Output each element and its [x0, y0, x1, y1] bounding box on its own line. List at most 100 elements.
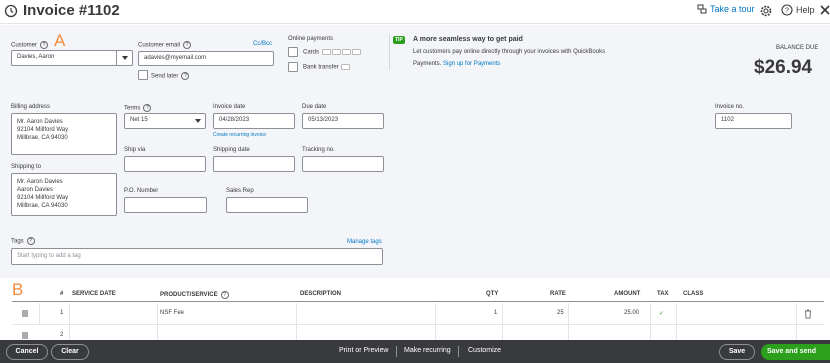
shipping-to-label: Shipping to	[11, 164, 42, 170]
tracking-no-label: Tracking no.	[302, 147, 335, 153]
cell-amount[interactable]: 25.00	[624, 310, 639, 316]
table-row[interactable]: 1 NSF Fee 1 25 25.00 ✓	[12, 303, 824, 325]
cc-bcc-link[interactable]: Cc/Bcc	[253, 41, 272, 47]
page-title: Invoice #1102	[23, 2, 120, 19]
card-logo-icon	[351, 49, 361, 55]
ship-via-label: Ship via	[124, 147, 146, 153]
manage-tags-link[interactable]: Manage tags	[347, 239, 382, 245]
take-tour-link[interactable]: Take a tour	[697, 4, 755, 14]
invoice-no-field[interactable]: 1102	[715, 113, 792, 129]
drag-handle-icon[interactable]	[22, 310, 28, 317]
tracking-no-field[interactable]	[302, 156, 384, 172]
divider	[389, 34, 390, 70]
close-icon[interactable]	[818, 3, 830, 17]
cell-qty[interactable]: 1	[494, 310, 497, 316]
trash-icon[interactable]	[804, 309, 812, 319]
sales-rep-label: Sales Rep	[226, 188, 254, 194]
due-date-field[interactable]: 05/13/2023	[302, 113, 384, 129]
online-payments-label: Online payments	[288, 36, 334, 42]
footer-divider	[458, 346, 459, 357]
chevron-down-icon[interactable]	[195, 119, 201, 123]
col-qty: QTY	[486, 291, 499, 297]
po-number-label: P.O. Number	[124, 188, 159, 194]
help-button[interactable]: ? Help	[781, 4, 815, 16]
invoice-date-label: Invoice date	[213, 104, 246, 110]
billing-address-label: Billing address	[11, 104, 51, 110]
shipping-to-field[interactable]: Mr. Aaron Davies Aaron Davies 92104 Mill…	[11, 173, 117, 216]
tags-input[interactable]: Start typing to add a tag	[11, 248, 383, 265]
col-tax: TAX	[657, 291, 669, 297]
sales-rep-field[interactable]	[226, 197, 308, 213]
cell-divider	[157, 303, 158, 324]
bank-logo-icon	[341, 64, 351, 70]
question-icon[interactable]: ?	[26, 237, 35, 245]
help-icon: ?	[781, 4, 793, 16]
cell-num: 2	[60, 332, 64, 338]
cell-divider	[39, 303, 40, 324]
cell-divider	[676, 303, 677, 324]
customer-label: Customer?	[11, 41, 49, 49]
question-icon[interactable]: ?	[183, 41, 192, 49]
due-date-label: Due date	[302, 104, 327, 110]
balance-due-label: BALANCE DUE	[776, 45, 819, 51]
cards-checkbox[interactable]	[288, 47, 298, 57]
terms-value: Net 15	[130, 117, 148, 123]
col-description: DESCRIPTION	[300, 291, 342, 297]
col-class: CLASS	[683, 291, 704, 297]
billing-address-field[interactable]: Mr. Aaron Davies 92104 Millford Way Mill…	[11, 113, 117, 155]
save-button[interactable]: Save	[719, 344, 755, 360]
question-icon[interactable]: ?	[143, 104, 152, 112]
take-tour-label: Take a tour	[710, 4, 755, 14]
cell-product[interactable]: NSF Fee	[160, 310, 184, 316]
annotation-marker-a: A	[54, 31, 66, 50]
cell-num: 1	[60, 310, 64, 316]
take-tour-icon	[697, 4, 707, 14]
chevron-down-icon[interactable]	[116, 51, 132, 65]
customize-button[interactable]: Customize	[468, 347, 501, 354]
col-amount: AMOUNT	[614, 291, 641, 297]
cards-label: Cards	[303, 49, 361, 56]
save-and-send-button[interactable]: Save and send	[761, 344, 830, 360]
customer-select[interactable]: Davies, Aaron	[11, 50, 133, 66]
question-icon[interactable]: ?	[40, 41, 49, 49]
tip-text: Let customers pay online directly throug…	[413, 49, 606, 55]
shipping-date-label: Shipping date	[213, 147, 250, 153]
cell-divider	[296, 303, 297, 324]
bank-transfer-label: Bank transfer	[303, 64, 351, 71]
col-num: #	[60, 291, 64, 297]
cell-divider	[502, 303, 503, 324]
cell-divider	[435, 303, 436, 324]
sign-up-payments-link[interactable]: Sign up for Payments	[443, 61, 500, 67]
history-icon[interactable]	[4, 4, 18, 18]
send-later-checkbox[interactable]	[138, 70, 148, 80]
col-rate: RATE	[550, 291, 566, 297]
card-logo-icon	[321, 49, 331, 55]
cell-divider	[568, 303, 569, 324]
make-recurring-button[interactable]: Make recurring	[404, 347, 451, 354]
footer-divider	[396, 346, 397, 357]
cancel-button[interactable]: Cancel	[6, 344, 48, 360]
table-header: # SERVICE DATE PRODUCT/SERVICE? DESCRIPT…	[12, 286, 824, 302]
bank-transfer-checkbox[interactable]	[288, 62, 298, 72]
question-icon[interactable]: ?	[181, 72, 190, 80]
invoice-date-field[interactable]: 04/28/2023	[213, 113, 295, 129]
footer-bar: Cancel Clear Print or Preview Make recur…	[0, 340, 830, 363]
gear-icon[interactable]	[759, 4, 773, 18]
clear-button[interactable]: Clear	[51, 344, 89, 360]
cell-divider	[796, 303, 797, 324]
tip-title: A more seamless way to get paid	[413, 36, 523, 43]
email-label: Customer email?	[138, 41, 192, 49]
drag-handle-icon[interactable]	[22, 332, 28, 339]
tax-check-icon[interactable]: ✓	[659, 310, 664, 317]
print-preview-button[interactable]: Print or Preview	[339, 347, 388, 354]
email-field[interactable]: adavies@myemail.com	[138, 51, 274, 66]
send-later-label: Send later?	[151, 72, 190, 80]
balance-due-amount: $26.94	[754, 57, 813, 78]
question-icon[interactable]: ?	[220, 291, 229, 299]
po-number-field[interactable]	[124, 197, 207, 213]
create-recurring-invoice-link[interactable]: Create recurring invoice	[213, 132, 266, 138]
shipping-date-field[interactable]	[213, 156, 295, 172]
terms-select[interactable]: Net 15	[124, 113, 206, 129]
ship-via-field[interactable]	[124, 156, 206, 172]
cell-rate[interactable]: 25	[557, 310, 564, 316]
